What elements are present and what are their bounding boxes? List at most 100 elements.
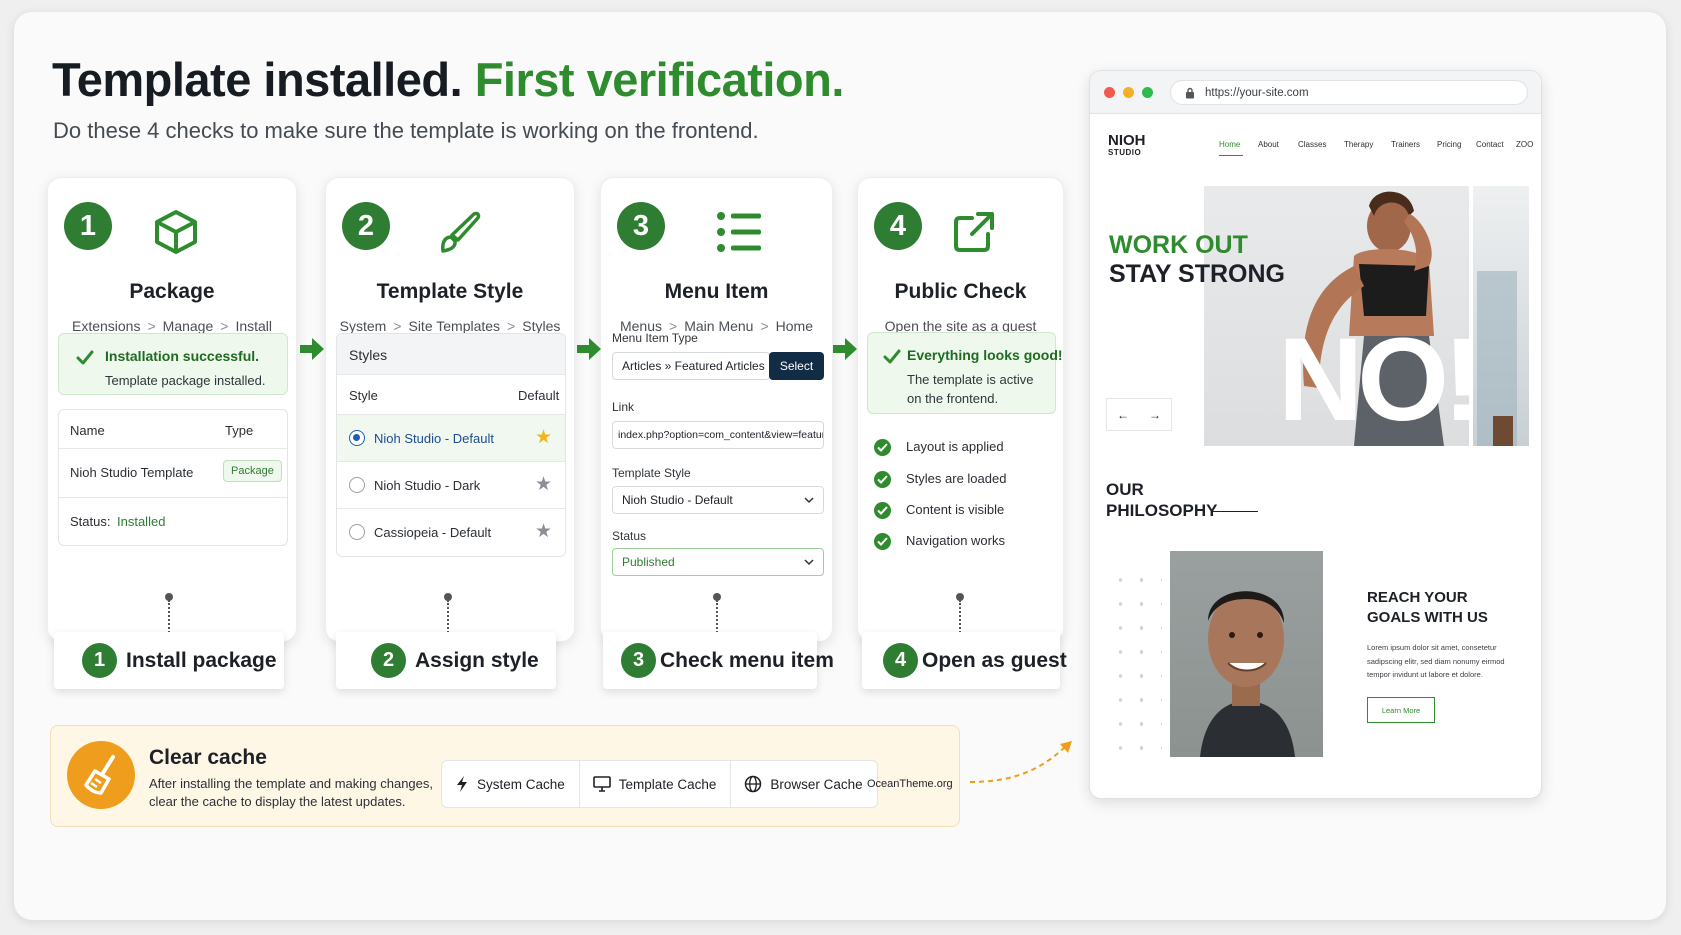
system-cache-button[interactable]: System Cache <box>442 761 580 807</box>
col-style: Style <box>349 388 378 403</box>
crumb: Styles <box>522 318 561 334</box>
check-item: Content is visible <box>874 502 1004 519</box>
step-number: 3 <box>617 202 665 250</box>
pill-number: 3 <box>621 643 656 678</box>
bolt-icon <box>457 776 467 792</box>
page-title: Template installed. First verification. <box>52 52 844 107</box>
nav-pricing[interactable]: Pricing <box>1437 140 1461 149</box>
link-label: Link <box>612 400 635 414</box>
browser-cache-button[interactable]: Browser Cache <box>731 761 876 807</box>
breadcrumb: Extensions > Manage > Install <box>71 318 273 334</box>
address-bar[interactable]: https://your-site.com <box>1170 80 1528 105</box>
pill-number: 1 <box>82 643 117 678</box>
lorem-text: Lorem ipsum dolor sit amet, consetetur s… <box>1367 643 1505 679</box>
card-title: Template Style <box>376 280 524 303</box>
globe-icon <box>745 775 762 793</box>
reach-line-1: REACH YOUR <box>1367 589 1468 606</box>
style-name[interactable]: Cassiopeia - Default <box>374 525 491 540</box>
site-logo[interactable]: NIOH STUDIO <box>1108 133 1146 157</box>
status-label: Status <box>612 529 647 543</box>
nav-trainers[interactable]: Trainers <box>1391 140 1420 149</box>
title-accent: First verification. <box>474 53 845 106</box>
step-card-template-style: 2 Template Style System > Site Templates > S… <box>325 177 575 642</box>
nav-classes[interactable]: Classes <box>1298 140 1326 149</box>
star-icon[interactable]: ★ <box>535 475 552 494</box>
arrow-right-icon <box>577 338 601 360</box>
step-number: 4 <box>874 202 922 250</box>
crumb: Home <box>775 318 814 334</box>
check-item: Navigation works <box>874 533 1005 550</box>
template-style-select[interactable]: Nioh Studio - Default <box>612 486 824 514</box>
step-card-public-check: 4 Public Check Open the site as a guest … <box>857 177 1064 642</box>
prev-arrow-icon[interactable]: ← <box>1117 408 1129 422</box>
status-select[interactable]: Published <box>612 548 824 576</box>
template-cache-button[interactable]: Template Cache <box>580 761 732 807</box>
broom-icon <box>67 741 135 809</box>
success-line: on the frontend. <box>907 391 999 406</box>
chevron-down-icon <box>804 497 814 504</box>
pill-number: 4 <box>883 643 918 678</box>
step-pill-guest[interactable]: 4 Open as guest <box>862 632 1067 689</box>
success-message: Installation successful. Template packag… <box>58 333 288 395</box>
nav-contact[interactable]: Contact <box>1476 140 1504 149</box>
minimize-dot-icon[interactable] <box>1123 87 1134 98</box>
success-line: The template is active <box>907 372 1034 387</box>
check-circle-icon <box>874 439 891 456</box>
nav-therapy[interactable]: Therapy <box>1344 140 1373 149</box>
step-pill-menu[interactable]: 3 Check menu item <box>603 632 834 689</box>
next-arrow-icon[interactable]: → <box>1149 408 1161 422</box>
template-style-value: Nioh Studio - Default <box>622 493 733 507</box>
menu-type-field[interactable]: Articles » Featured Articles <box>612 352 770 380</box>
maximize-dot-icon[interactable] <box>1142 87 1153 98</box>
style-name[interactable]: Nioh Studio - Dark <box>374 478 480 493</box>
hero-line-1: WORK OUT <box>1109 231 1248 259</box>
nav-zoo[interactable]: ZOO <box>1516 140 1533 149</box>
style-radio[interactable] <box>349 477 365 493</box>
step-pill-assign[interactable]: 2 Assign style <box>336 632 556 689</box>
select-button[interactable]: Select <box>769 352 824 380</box>
link-field[interactable]: index.php?option=com_content&view=featur… <box>612 421 824 449</box>
external-link-icon <box>954 212 994 252</box>
card-title: Public Check <box>894 280 1027 303</box>
check-icon <box>76 350 94 365</box>
package-box-icon <box>155 210 197 254</box>
nav-home[interactable]: Home <box>1219 140 1240 149</box>
status-label: Status: <box>70 514 111 529</box>
check-label: Styles are loaded <box>906 471 1007 486</box>
success-text: Template package installed. <box>105 373 266 388</box>
logo-line-2: STUDIO <box>1108 148 1142 157</box>
browser-preview: https://your-site.com NIOH STUDIO Home Ab… <box>1089 70 1542 799</box>
step-card-menu-item: 3 Menu Item Menus > Main Menu > Home Menu It… <box>600 177 833 642</box>
nav-about[interactable]: About <box>1258 140 1279 149</box>
success-message: Everything looks good! The template is a… <box>867 332 1063 414</box>
check-circle-icon <box>874 471 891 488</box>
reach-line-2: GOALS WITH US <box>1367 609 1488 626</box>
lock-icon <box>1186 87 1194 99</box>
check-label: Navigation works <box>906 533 1005 548</box>
monitor-icon <box>592 776 611 792</box>
crumb: System <box>339 318 387 334</box>
arrow-right-icon <box>300 338 324 360</box>
check-circle-icon <box>874 502 891 519</box>
hero-line-2: STAY STRONG <box>1109 260 1285 288</box>
col-type: Type <box>225 423 254 438</box>
card-title: Package <box>129 280 215 303</box>
col-name: Name <box>70 423 105 438</box>
menu-type-label: Menu Item Type <box>612 331 698 345</box>
title-main: Template installed. <box>52 53 463 106</box>
pill-label: Open as guest <box>922 649 1067 672</box>
learn-more-button[interactable]: Learn More <box>1367 697 1435 723</box>
close-dot-icon[interactable] <box>1104 87 1115 98</box>
success-text: The template is active on the frontend. <box>907 370 1033 408</box>
status-value: Published <box>622 555 675 569</box>
default-star-icon[interactable]: ★ <box>535 428 552 447</box>
check-item: Layout is applied <box>874 439 1004 456</box>
style-name[interactable]: Nioh Studio - Default <box>374 431 494 446</box>
arrow-right-icon <box>833 338 857 360</box>
check-label: Layout is applied <box>906 439 1004 454</box>
hero-big-text: NO! <box>1278 314 1482 446</box>
style-radio[interactable] <box>349 430 365 446</box>
style-radio[interactable] <box>349 524 365 540</box>
step-pill-install[interactable]: 1 Install package <box>54 632 284 689</box>
star-icon[interactable]: ★ <box>535 522 552 541</box>
